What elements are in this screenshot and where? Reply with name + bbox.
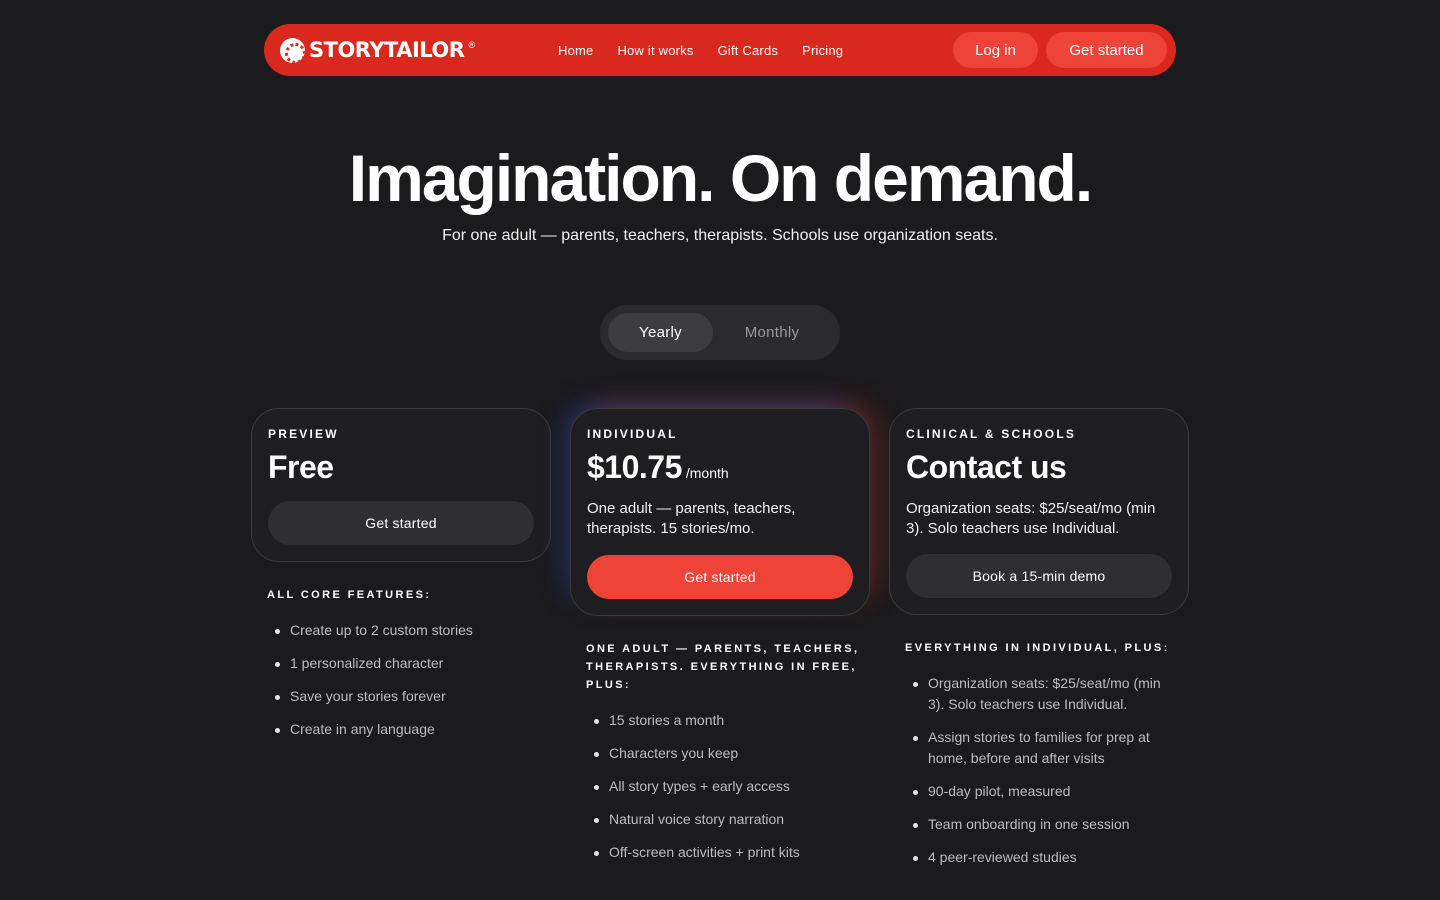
- book-demo-button[interactable]: Book a 15-min demo: [906, 554, 1172, 598]
- logo-text: STORYTAILOR: [309, 38, 465, 62]
- plan-price: Free: [268, 449, 334, 486]
- plan-description: One adult — parents, teachers, therapist…: [587, 500, 796, 537]
- plan-price-value: Free: [268, 449, 334, 485]
- plan-label: PREVIEW: [268, 427, 339, 441]
- list-item: Save your stories forever: [267, 686, 547, 707]
- list-item: Natural voice story narration: [586, 809, 866, 830]
- pricing-page: STORYTAILOR ® Home How it works Gift Car…: [0, 0, 1440, 900]
- list-item: Create in any language: [267, 719, 547, 740]
- nav-links: Home How it works Gift Cards Pricing: [558, 24, 843, 76]
- registered-mark: ®: [468, 40, 476, 50]
- plan-price-value: $10.75: [587, 449, 682, 485]
- plan-price: Contact us: [906, 449, 1067, 486]
- list-item: 1 personalized character: [267, 653, 547, 674]
- preview-get-started-button[interactable]: Get started: [268, 501, 534, 545]
- list-item: All story types + early access: [586, 776, 866, 797]
- toggle-monthly[interactable]: Monthly: [717, 313, 827, 352]
- plan-card-preview: PREVIEW Free Get started: [251, 408, 551, 562]
- plan-price-value: Contact us: [906, 449, 1067, 485]
- plan-description: Organization seats: $25/seat/mo (min 3).…: [906, 500, 1156, 537]
- individual-get-started-button[interactable]: Get started: [587, 555, 853, 599]
- nav-link-home[interactable]: Home: [558, 43, 593, 58]
- list-item: Characters you keep: [586, 743, 866, 764]
- hero-title: Imagination. On demand.: [348, 141, 1093, 215]
- features-heading: ONE ADULT — PARENTS, TEACHERS, THERAPIST…: [586, 643, 860, 691]
- plan-price: $10.75/month: [587, 449, 729, 486]
- individual-feature-list: 15 stories a month Characters you keep A…: [586, 710, 866, 875]
- plan-label: CLINICAL & SCHOOLS: [906, 427, 1077, 441]
- list-item: 15 stories a month: [586, 710, 866, 731]
- plan-price-period: /month: [685, 465, 729, 481]
- list-item: 4 peer-reviewed studies: [905, 847, 1180, 868]
- storytailor-logo[interactable]: STORYTAILOR ®: [280, 36, 475, 64]
- preview-feature-list: Create up to 2 custom stories 1 personal…: [267, 620, 547, 752]
- list-item: Team onboarding in one session: [905, 814, 1180, 835]
- nav-link-pricing[interactable]: Pricing: [802, 43, 843, 58]
- hero-subtitle: For one adult — parents, teachers, thera…: [442, 227, 998, 244]
- nav-link-how-it-works[interactable]: How it works: [617, 43, 693, 58]
- plan-card-individual: INDIVIDUAL $10.75/month One adult — pare…: [570, 408, 870, 616]
- features-heading: ALL CORE FEATURES:: [267, 589, 432, 601]
- toggle-yearly[interactable]: Yearly: [608, 313, 713, 352]
- login-button[interactable]: Log in: [953, 32, 1038, 68]
- list-item: 90-day pilot, measured: [905, 781, 1180, 802]
- list-item: Off-screen activities + print kits: [586, 842, 866, 863]
- nav-link-gift-cards[interactable]: Gift Cards: [718, 43, 779, 58]
- list-item: Organization seats: $25/seat/mo (min 3).…: [905, 673, 1180, 715]
- list-item: Assign stories to families for prep at h…: [905, 727, 1180, 769]
- logo-icon: [280, 37, 305, 63]
- clinical-feature-list: Organization seats: $25/seat/mo (min 3).…: [905, 673, 1180, 880]
- list-item: Create up to 2 custom stories: [267, 620, 547, 641]
- plan-card-clinical-schools: CLINICAL & SCHOOLS Contact us Organizati…: [889, 408, 1189, 615]
- billing-toggle: Yearly Monthly: [600, 305, 840, 360]
- nav-get-started-button[interactable]: Get started: [1046, 32, 1167, 68]
- top-nav: STORYTAILOR ® Home How it works Gift Car…: [264, 24, 1176, 76]
- plan-label: INDIVIDUAL: [587, 427, 678, 441]
- features-heading: EVERYTHING IN INDIVIDUAL, PLUS:: [905, 642, 1170, 654]
